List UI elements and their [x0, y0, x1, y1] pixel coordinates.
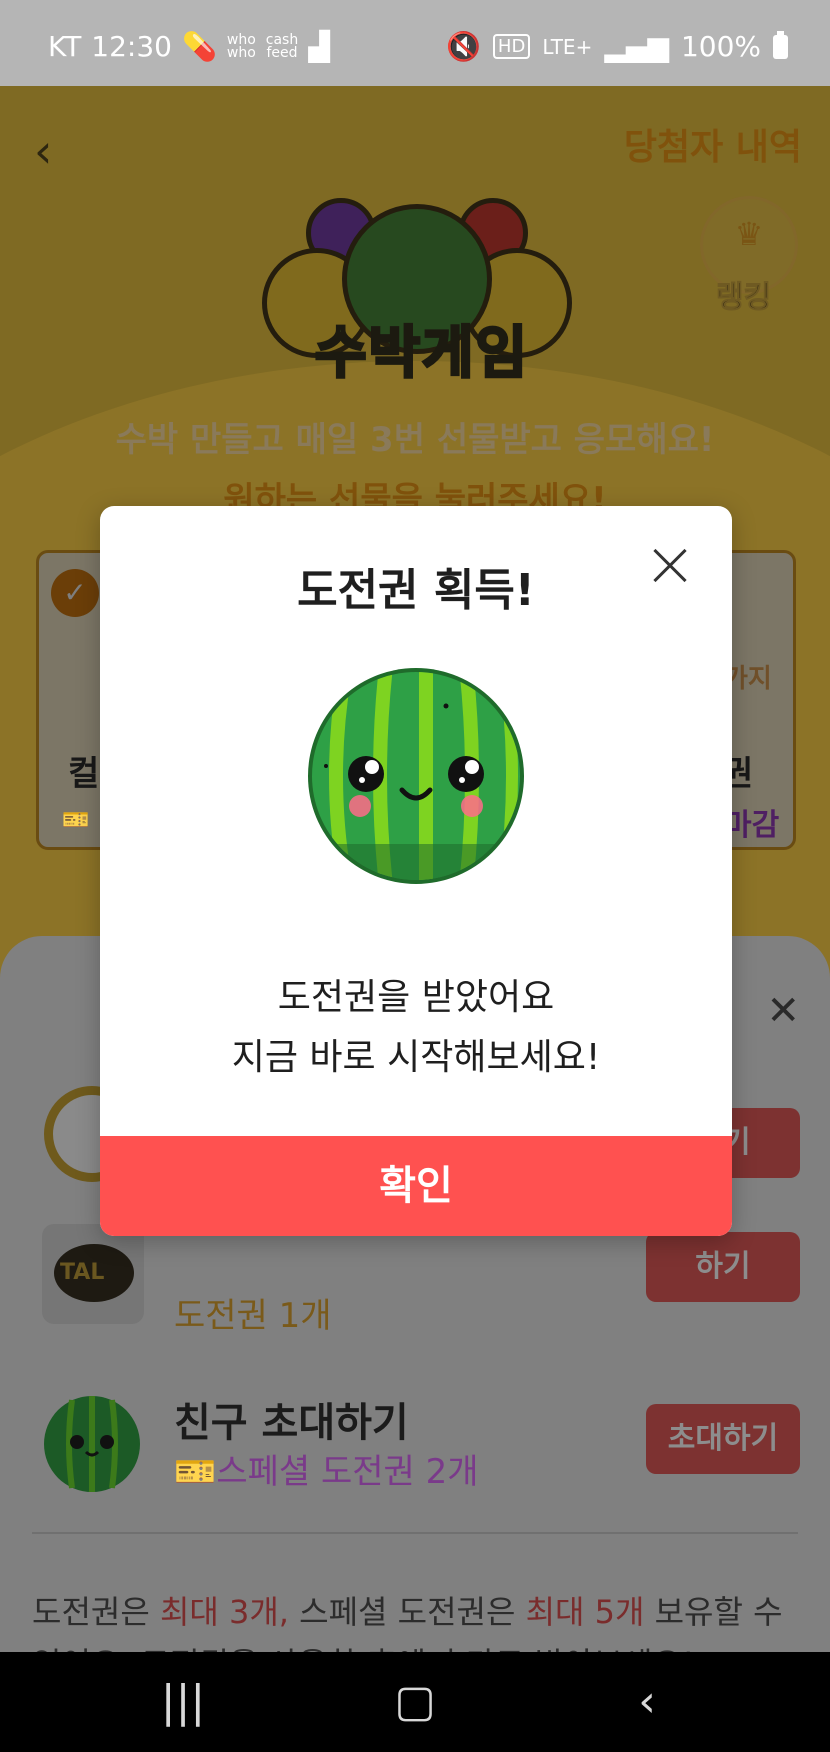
hd-badge: HD — [492, 34, 531, 59]
network-label: LTE+ — [542, 34, 593, 59]
list-item: TAL 도전권 1개 하기 — [0, 1224, 830, 1344]
watermelon-icon — [44, 1396, 140, 1492]
watermelon-character-icon — [308, 668, 524, 884]
status-right: 🔇 HD LTE+ ▂▄▆ 100% — [446, 30, 788, 63]
cashfeed-app-icon: cash feed — [265, 31, 299, 61]
ranking-label: 랭킹 — [715, 280, 772, 316]
close-icon[interactable] — [652, 548, 688, 584]
sheet-close-icon[interactable]: ✕ — [766, 988, 800, 1034]
kakaotalk-icon: TAL — [42, 1224, 144, 1324]
check-icon: ✓ — [51, 569, 99, 617]
signal-icon: ▂▄▆ — [604, 30, 669, 63]
back-nav-icon[interactable]: ‹ — [612, 1674, 682, 1730]
stairs-icon: ▟ — [308, 30, 330, 63]
reward-label: 도전권 1개 — [174, 1296, 332, 1336]
divider — [32, 1532, 798, 1534]
share-button[interactable]: 하기 — [646, 1232, 800, 1302]
dialog-message-line1: 도전권을 받았어요 — [277, 977, 555, 1018]
mute-icon: 🔇 — [446, 30, 481, 63]
talk-bubble-label: TAL — [54, 1244, 134, 1302]
recent-apps-icon[interactable]: ||| — [148, 1674, 218, 1730]
battery-label: 100% — [680, 30, 761, 63]
invite-reward: 🎫스페셜 도전권 2개 — [174, 1452, 479, 1492]
status-left: KT 12:30 💊 who who cash feed ▟ — [48, 30, 330, 63]
time-label: 12:30 — [91, 30, 172, 63]
winners-history-link[interactable]: 당첨자 내역 — [624, 118, 802, 170]
dialog-title: 도전권 획득! — [297, 565, 535, 616]
home-icon[interactable]: ▢ — [380, 1674, 450, 1730]
invite-button[interactable]: 초대하기 — [646, 1404, 800, 1474]
game-logo-text: 수박게임 — [313, 320, 530, 388]
ticket-acquired-dialog: 도전권 획득! 도전권을 받았어요 지금 바로 시작해보세요! 확인 — [100, 506, 732, 1236]
promo-headline: 수박 만들고 매일 3번 선물받고 응모해요! — [115, 420, 715, 460]
invite-title: 친구 초대하기 — [174, 1400, 409, 1446]
carrier-label: KT — [48, 30, 82, 63]
who-app-icon: who who — [226, 31, 256, 61]
ticket-icon: 🎫 — [174, 1452, 217, 1492]
ticket-notice: 도전권은 최대 3개, 스페셜 도전권은 최대 5개 보유할 수 있어요. 도전… — [32, 1593, 783, 1652]
pill-icon: 💊 — [182, 30, 217, 63]
confirm-button[interactable]: 확인 — [100, 1136, 732, 1236]
crown-icon: ♛ — [734, 215, 764, 253]
system-nav-bar: ||| ▢ ‹ — [0, 1652, 830, 1752]
ticket-icon: 🎫 — [62, 808, 90, 833]
prize-card-left-title: 컬 — [68, 754, 100, 794]
back-button[interactable]: ‹ — [34, 124, 52, 178]
dialog-message: 도전권을 받았어요 지금 바로 시작해보세요! — [100, 968, 732, 1088]
dialog-message-line2: 지금 바로 시작해보세요! — [231, 1037, 601, 1078]
status-bar: KT 12:30 💊 who who cash feed ▟ 🔇 HD LTE+ ▂… — [0, 0, 830, 86]
list-item: 친구 초대하기 🎫스페셜 도전권 2개 초대하기 — [0, 1382, 830, 1502]
prize-card-right-status: 마감 — [724, 808, 780, 843]
battery-icon — [773, 30, 788, 59]
